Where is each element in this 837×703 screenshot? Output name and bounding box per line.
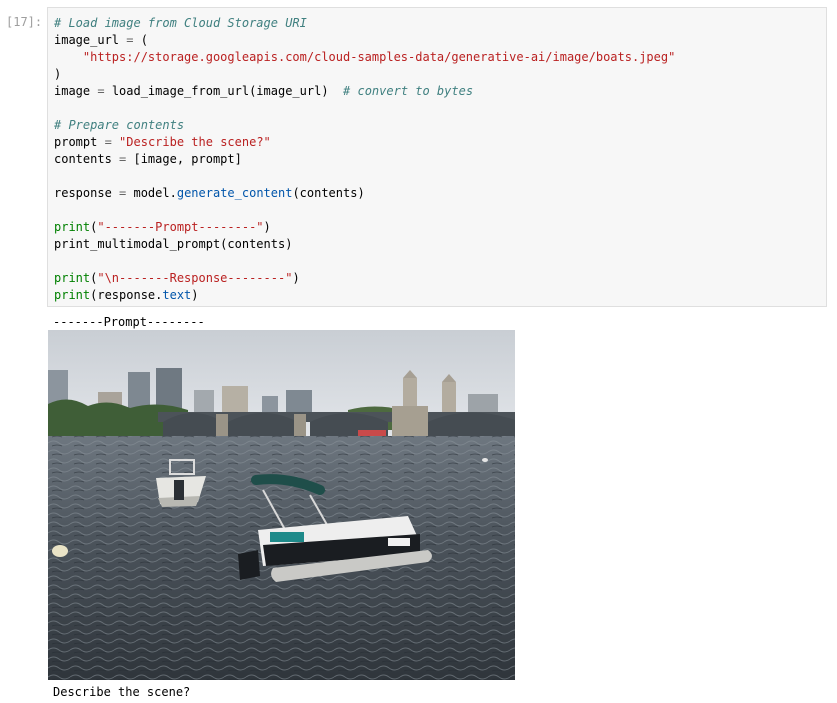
code-token: = (111, 152, 134, 166)
code-token: print_multimodal_prompt(contents) (54, 237, 293, 251)
code-token: response (54, 186, 112, 200)
code-token: prompt (54, 135, 98, 149)
code-token: ) (292, 271, 300, 285)
code-token: = (111, 186, 134, 200)
code-token: image_url (54, 33, 120, 47)
code-token: (contents) (292, 186, 365, 200)
code-text: # Load image from Cloud Storage URI imag… (54, 15, 675, 304)
code-token: ) (54, 67, 62, 81)
code-function: generate_content (176, 186, 293, 200)
output-image (48, 330, 515, 680)
code-builtin: print (54, 271, 91, 285)
code-editor[interactable]: # Load image from Cloud Storage URI imag… (47, 7, 827, 307)
code-builtin: print (54, 220, 91, 234)
code-token: model. (133, 186, 177, 200)
code-token: = (97, 135, 120, 149)
code-token: ) (263, 220, 271, 234)
code-token: (response. (90, 288, 163, 302)
code-string: "\n-------Response--------" (97, 271, 293, 285)
code-string: "https://storage.googleapis.com/cloud-sa… (82, 50, 676, 64)
code-token: ) (191, 288, 199, 302)
code-token: image (54, 84, 91, 98)
code-token: contents (54, 152, 112, 166)
code-token: ( (140, 33, 148, 47)
code-function: text (162, 288, 192, 302)
code-comment: # convert to bytes (343, 84, 474, 98)
code-string: "-------Prompt--------" (97, 220, 264, 234)
code-string: "Describe the scene?" (119, 135, 271, 149)
execution-count: [17]: (6, 15, 43, 29)
code-token: [image, prompt] (133, 152, 242, 166)
code-comment: # Prepare contents (54, 118, 185, 132)
code-token: load_image_from_url(image_url) (111, 84, 329, 98)
code-builtin: print (54, 288, 91, 302)
code-token: = (90, 84, 112, 98)
output-prompt-header: -------Prompt-------- (53, 315, 205, 329)
code-token: = (119, 33, 141, 47)
output-prompt-text: Describe the scene? (53, 685, 191, 699)
code-comment: # Load image from Cloud Storage URI (54, 16, 307, 30)
